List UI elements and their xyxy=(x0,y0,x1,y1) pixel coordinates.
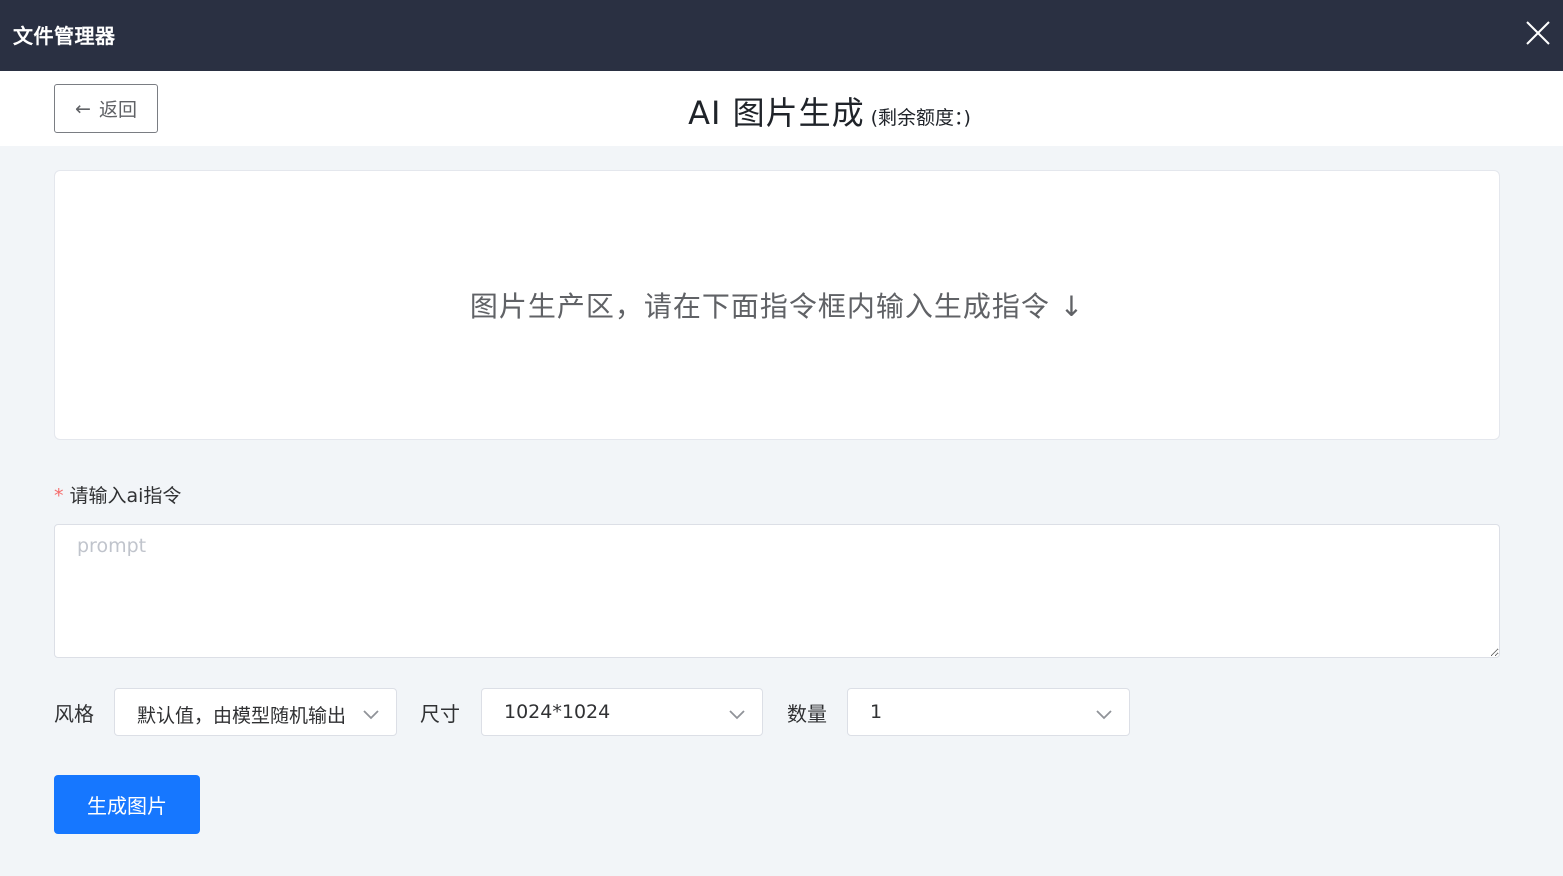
size-select[interactable]: 1024*1024 xyxy=(481,688,763,736)
prompt-label: * 请输入ai指令 xyxy=(54,481,181,508)
count-label: 数量 xyxy=(787,702,827,726)
required-mark: * xyxy=(54,485,64,507)
size-select-value: 1024*1024 xyxy=(504,701,611,723)
page-heading: AI 图片生成 (剩余额度：) xyxy=(0,88,1563,134)
window-titlebar: 文件管理器 xyxy=(0,0,1563,71)
chevron-down-icon xyxy=(1095,705,1113,723)
close-icon[interactable] xyxy=(1525,20,1551,46)
size-label: 尺寸 xyxy=(420,702,460,726)
prompt-input[interactable] xyxy=(54,524,1500,658)
style-label: 风格 xyxy=(54,702,94,726)
generate-image-button[interactable]: 生成图片 xyxy=(54,775,200,834)
count-select-value: 1 xyxy=(870,701,883,723)
app-title: 文件管理器 xyxy=(13,24,116,48)
page-title: AI 图片生成 xyxy=(688,94,865,132)
chevron-down-icon xyxy=(728,705,746,723)
style-select[interactable]: 默认值，由模型随机输出 xyxy=(114,688,397,736)
style-select-value: 默认值，由模型随机输出 xyxy=(137,705,347,727)
image-preview-area: 图片生产区，请在下面指令框内输入生成指令 ↓ xyxy=(54,170,1500,440)
quota-text: (剩余额度：) xyxy=(870,107,971,129)
chevron-down-icon xyxy=(362,705,380,723)
preview-hint: 图片生产区，请在下面指令框内输入生成指令 ↓ xyxy=(469,290,1085,323)
count-select[interactable]: 1 xyxy=(847,688,1130,736)
page-header: ← 返回 AI 图片生成 (剩余额度：) xyxy=(0,71,1563,146)
prompt-label-text: 请输入ai指令 xyxy=(69,485,182,507)
